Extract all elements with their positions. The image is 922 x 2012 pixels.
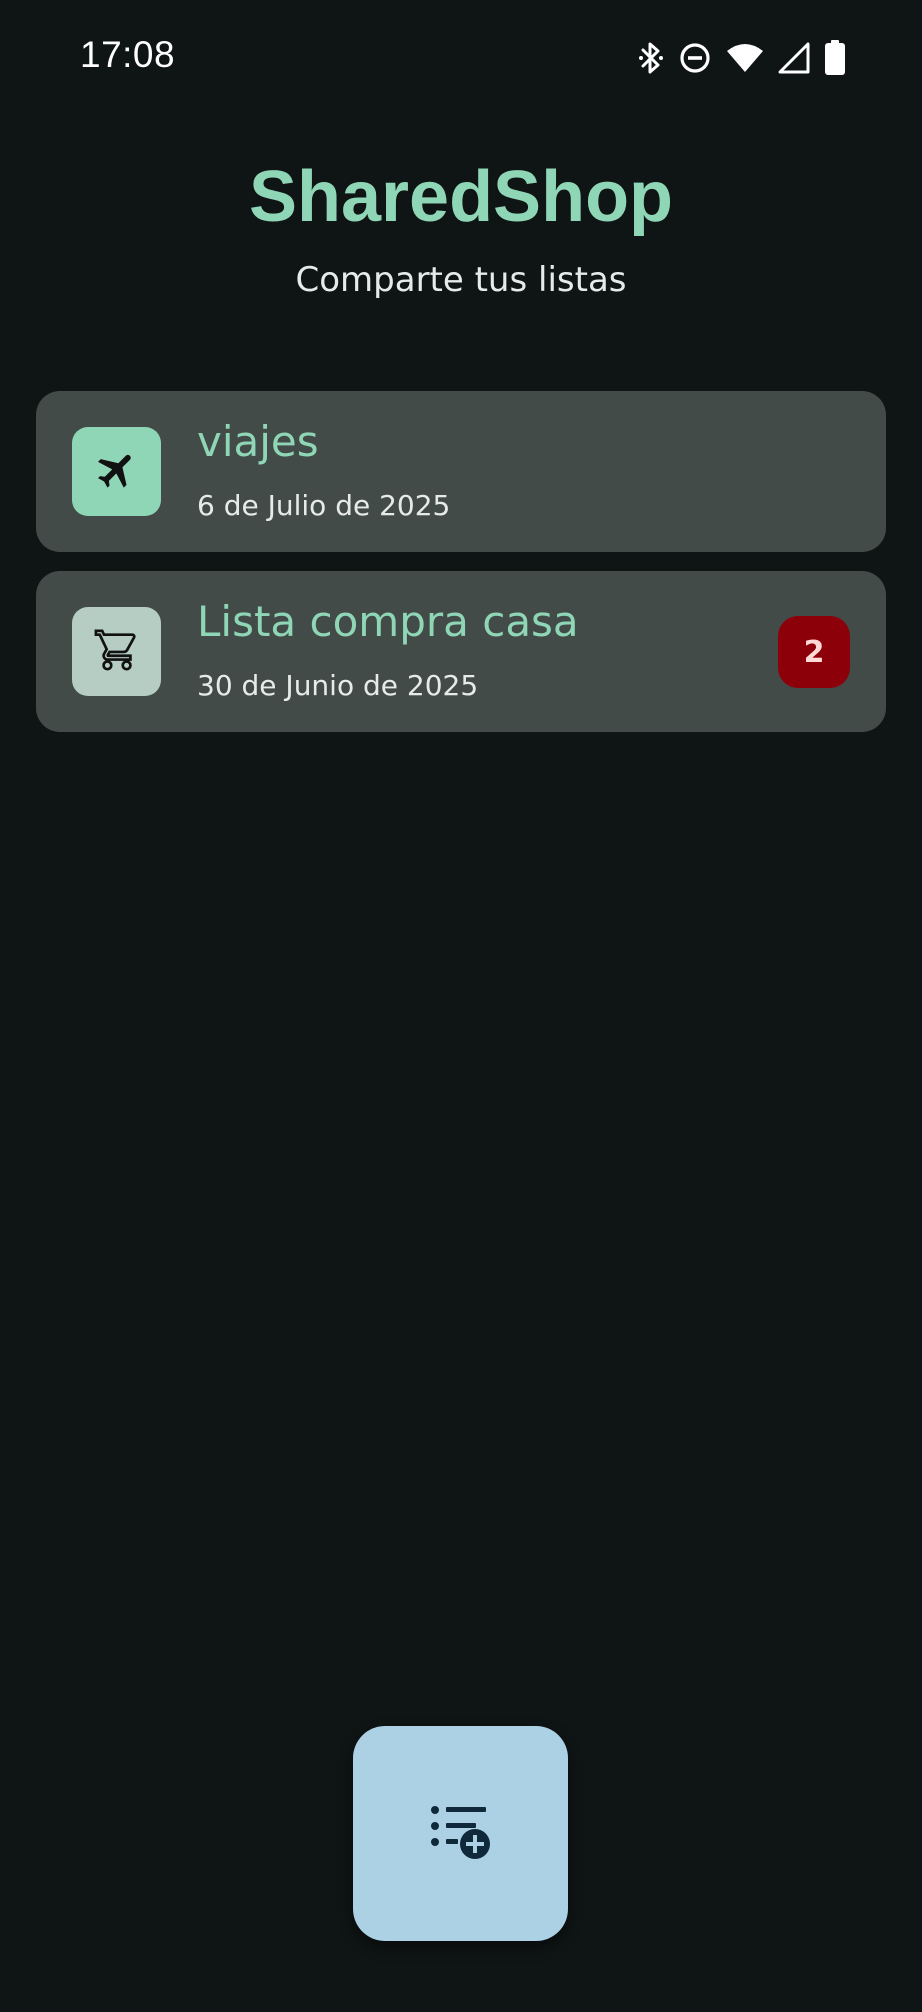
signal-icon bbox=[778, 42, 810, 74]
notification-badge: 2 bbox=[778, 616, 850, 688]
list-icon-container bbox=[72, 607, 161, 696]
shopping-cart-icon bbox=[94, 627, 140, 677]
airplane-icon bbox=[94, 447, 140, 497]
list-date: 6 de Julio de 2025 bbox=[197, 489, 451, 522]
bluetooth-icon bbox=[638, 41, 664, 75]
status-time: 17:08 bbox=[80, 34, 176, 75]
battery-icon bbox=[824, 40, 846, 76]
list-card-lista-compra-casa[interactable]: Lista compra casa 30 de Junio de 2025 2 bbox=[36, 571, 886, 732]
app-title: SharedShop bbox=[248, 157, 674, 237]
list-title: viajes bbox=[197, 417, 319, 466]
list-title: Lista compra casa bbox=[197, 597, 579, 646]
list-date: 30 de Junio de 2025 bbox=[197, 669, 479, 702]
list-icon-container bbox=[72, 427, 161, 516]
app-subtitle: Comparte tus listas bbox=[295, 260, 627, 300]
add-list-icon bbox=[429, 1802, 493, 1866]
do-not-disturb-icon bbox=[678, 41, 712, 75]
wifi-icon bbox=[726, 42, 764, 74]
status-icons bbox=[638, 38, 846, 78]
status-bar: 17:08 bbox=[0, 0, 922, 116]
add-list-button[interactable] bbox=[353, 1726, 568, 1941]
list-card-viajes[interactable]: viajes 6 de Julio de 2025 bbox=[36, 391, 886, 552]
